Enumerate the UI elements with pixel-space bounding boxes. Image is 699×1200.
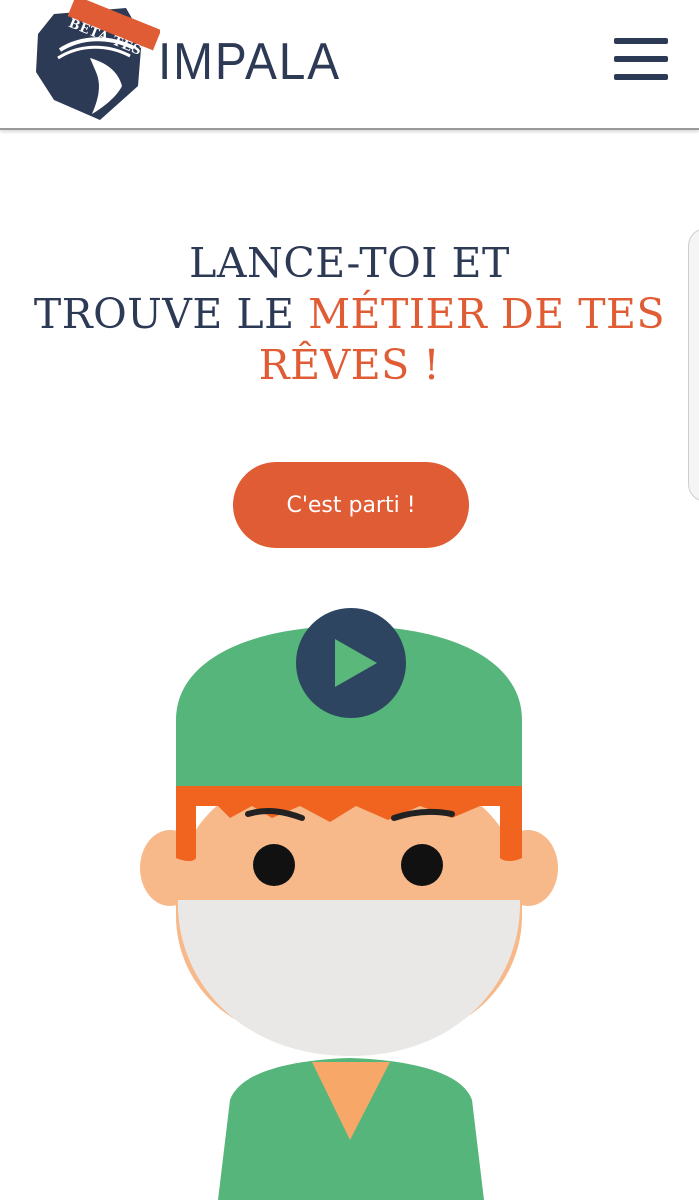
- play-icon: [335, 639, 377, 687]
- hamburger-menu-icon[interactable]: [614, 38, 670, 84]
- start-button[interactable]: C'est parti !: [233, 462, 469, 548]
- play-video-button[interactable]: [296, 608, 406, 718]
- impala-head-icon: [36, 0, 160, 120]
- hero-title-accent: MÉTIER DE TES RÊVES !: [258, 290, 666, 389]
- site-header: BETA TEST IMPALA: [0, 0, 699, 130]
- impala-logo[interactable]: BETA TEST IMPALA: [30, 0, 360, 125]
- hero-title: LANCE-TOI ET TROUVE LE MÉTIER DE TES RÊV…: [0, 238, 699, 391]
- hero-title-line1: LANCE-TOI ET: [189, 239, 510, 287]
- brand-name: IMPALA: [158, 33, 341, 91]
- hero-title-line2: TROUVE LE: [33, 290, 309, 338]
